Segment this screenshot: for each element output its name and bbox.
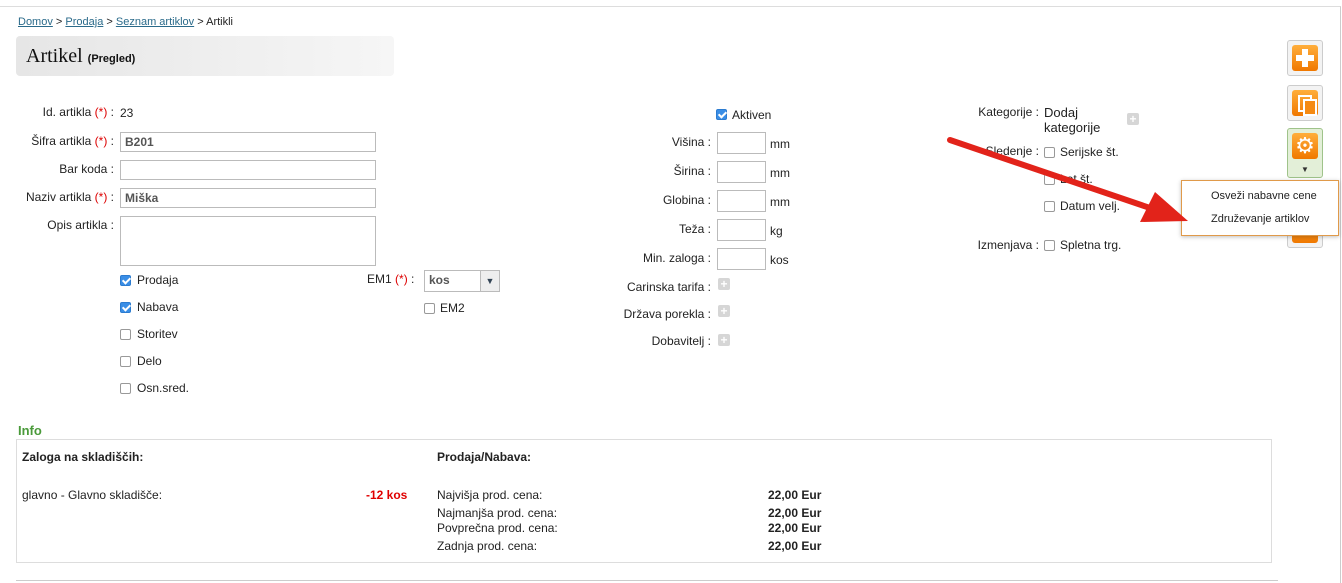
page-title-box: Artikel (Pregled) xyxy=(16,36,394,76)
page-title: Artikel (Pregled) xyxy=(26,45,136,67)
add-dobavitelj-icon[interactable]: + xyxy=(718,334,730,346)
price-value-max: 22,00 Eur xyxy=(768,488,822,502)
aktiven-checkbox[interactable] xyxy=(716,109,727,120)
stock-heading: Zaloga na skladiščih: xyxy=(22,450,144,464)
info-heading: Info xyxy=(18,423,42,438)
em2-checkbox[interactable] xyxy=(424,303,435,314)
breadcrumb-prodaja[interactable]: Prodaja xyxy=(65,16,103,28)
sifra-input[interactable]: B201 xyxy=(120,132,376,152)
kategorije-label: Kategorije : xyxy=(978,105,1039,119)
settings-dropdown-menu: Osveži nabavne cene Združevanje artiklov xyxy=(1181,180,1339,236)
price-label-avg: Povprečna prod. cena: xyxy=(437,521,558,535)
add-kategorija-icon[interactable]: + xyxy=(1127,113,1139,125)
teza-input[interactable] xyxy=(717,219,766,241)
plus-icon xyxy=(1292,45,1318,71)
breadcrumb-home[interactable]: Domov xyxy=(18,16,53,28)
aktiven-label: Aktiven xyxy=(732,108,772,122)
breadcrumb: Domov > Prodaja > Seznam artiklov > Arti… xyxy=(18,16,233,28)
sirina-input[interactable] xyxy=(717,161,766,183)
barkoda-label: Bar koda : xyxy=(59,162,114,176)
settings-button[interactable]: ⚙ ▼ xyxy=(1287,128,1323,178)
add-drzava-icon[interactable]: + xyxy=(718,305,730,317)
add-button[interactable] xyxy=(1287,40,1323,76)
page-subtitle: (Pregled) xyxy=(87,53,136,65)
price-label-min: Najmanjša prod. cena: xyxy=(437,506,558,520)
opis-textarea[interactable] xyxy=(120,216,376,266)
visina-label: Višina : xyxy=(671,135,711,149)
nabava-label: Nabava xyxy=(137,300,179,314)
spletna-checkbox[interactable] xyxy=(1044,240,1055,251)
em2-label: EM2 xyxy=(440,301,465,315)
copy-icon xyxy=(1292,90,1318,116)
minzaloga-label: Min. zaloga : xyxy=(642,251,711,265)
sirina-label: Širina : xyxy=(673,164,711,178)
price-value-avg: 22,00 Eur xyxy=(768,521,822,535)
annotation-arrow xyxy=(947,137,1188,222)
visina-unit: mm xyxy=(770,137,790,151)
globina-input[interactable] xyxy=(717,190,766,212)
prodaja-checkbox[interactable] xyxy=(120,275,131,286)
id-value: 23 xyxy=(120,106,134,120)
price-label-max: Najvišja prod. cena: xyxy=(437,488,543,502)
carinska-label: Carinska tarifa : xyxy=(626,280,711,294)
price-label-last: Zadnja prod. cena: xyxy=(437,539,538,553)
naziv-label: Naziv artikla (*) : xyxy=(25,190,114,204)
sifra-label: Šifra artikla (*) : xyxy=(31,134,114,148)
sirina-unit: mm xyxy=(770,166,790,180)
breadcrumb-current: Artikli xyxy=(206,16,233,28)
breadcrumb-seznam[interactable]: Seznam artiklov xyxy=(116,16,194,28)
osnsred-label: Osn.sred. xyxy=(137,381,190,395)
chevron-down-icon: ▼ xyxy=(1301,165,1309,174)
stock-location: glavno - Glavno skladišče: xyxy=(22,488,163,502)
visina-input[interactable] xyxy=(717,132,766,154)
chevron-down-icon: ▼ xyxy=(480,271,499,291)
barkoda-input[interactable] xyxy=(120,160,376,180)
izmenjava-label: Izmenjava : xyxy=(977,238,1039,252)
nabava-checkbox[interactable] xyxy=(120,302,131,313)
minzaloga-input[interactable] xyxy=(717,248,766,270)
sales-heading: Prodaja/Nabava: xyxy=(437,450,532,464)
bottom-divider xyxy=(16,580,1278,581)
menu-item-zdruzevanje[interactable]: Združevanje artiklov xyxy=(1211,213,1309,225)
dobavitelj-label: Dobavitelj : xyxy=(651,334,711,348)
prodaja-label: Prodaja xyxy=(137,273,179,287)
delo-label: Delo xyxy=(137,354,162,368)
add-carinska-icon[interactable]: + xyxy=(718,278,730,290)
copy-button[interactable] xyxy=(1287,85,1323,121)
storitev-checkbox[interactable] xyxy=(120,329,131,340)
drzava-label: Država porekla : xyxy=(623,307,711,321)
stock-qty: -12 kos xyxy=(366,488,408,502)
info-box xyxy=(16,439,1272,563)
em1-label: EM1 (*) : xyxy=(367,272,415,286)
delo-checkbox[interactable] xyxy=(120,356,131,367)
minzaloga-unit: kos xyxy=(770,253,789,267)
teza-unit: kg xyxy=(770,224,783,238)
naziv-input[interactable]: Miška xyxy=(120,188,376,208)
globina-label: Globina : xyxy=(662,193,711,207)
storitev-label: Storitev xyxy=(137,327,178,341)
teza-label: Teža : xyxy=(678,222,711,236)
em1-select[interactable]: kos ▼ xyxy=(424,270,500,292)
price-value-last: 22,00 Eur xyxy=(768,539,822,553)
opis-label: Opis artikla : xyxy=(47,218,114,232)
menu-item-osvezi[interactable]: Osveži nabavne cene xyxy=(1211,190,1317,202)
price-value-min: 22,00 Eur xyxy=(768,506,822,520)
osnsred-checkbox[interactable] xyxy=(120,383,131,394)
spletna-label: Spletna trg. xyxy=(1060,238,1122,252)
globina-unit: mm xyxy=(770,195,790,209)
gear-icon: ⚙ xyxy=(1292,133,1318,159)
id-label: Id. artikla (*) : xyxy=(42,105,114,119)
em1-select-value: kos xyxy=(429,273,450,287)
